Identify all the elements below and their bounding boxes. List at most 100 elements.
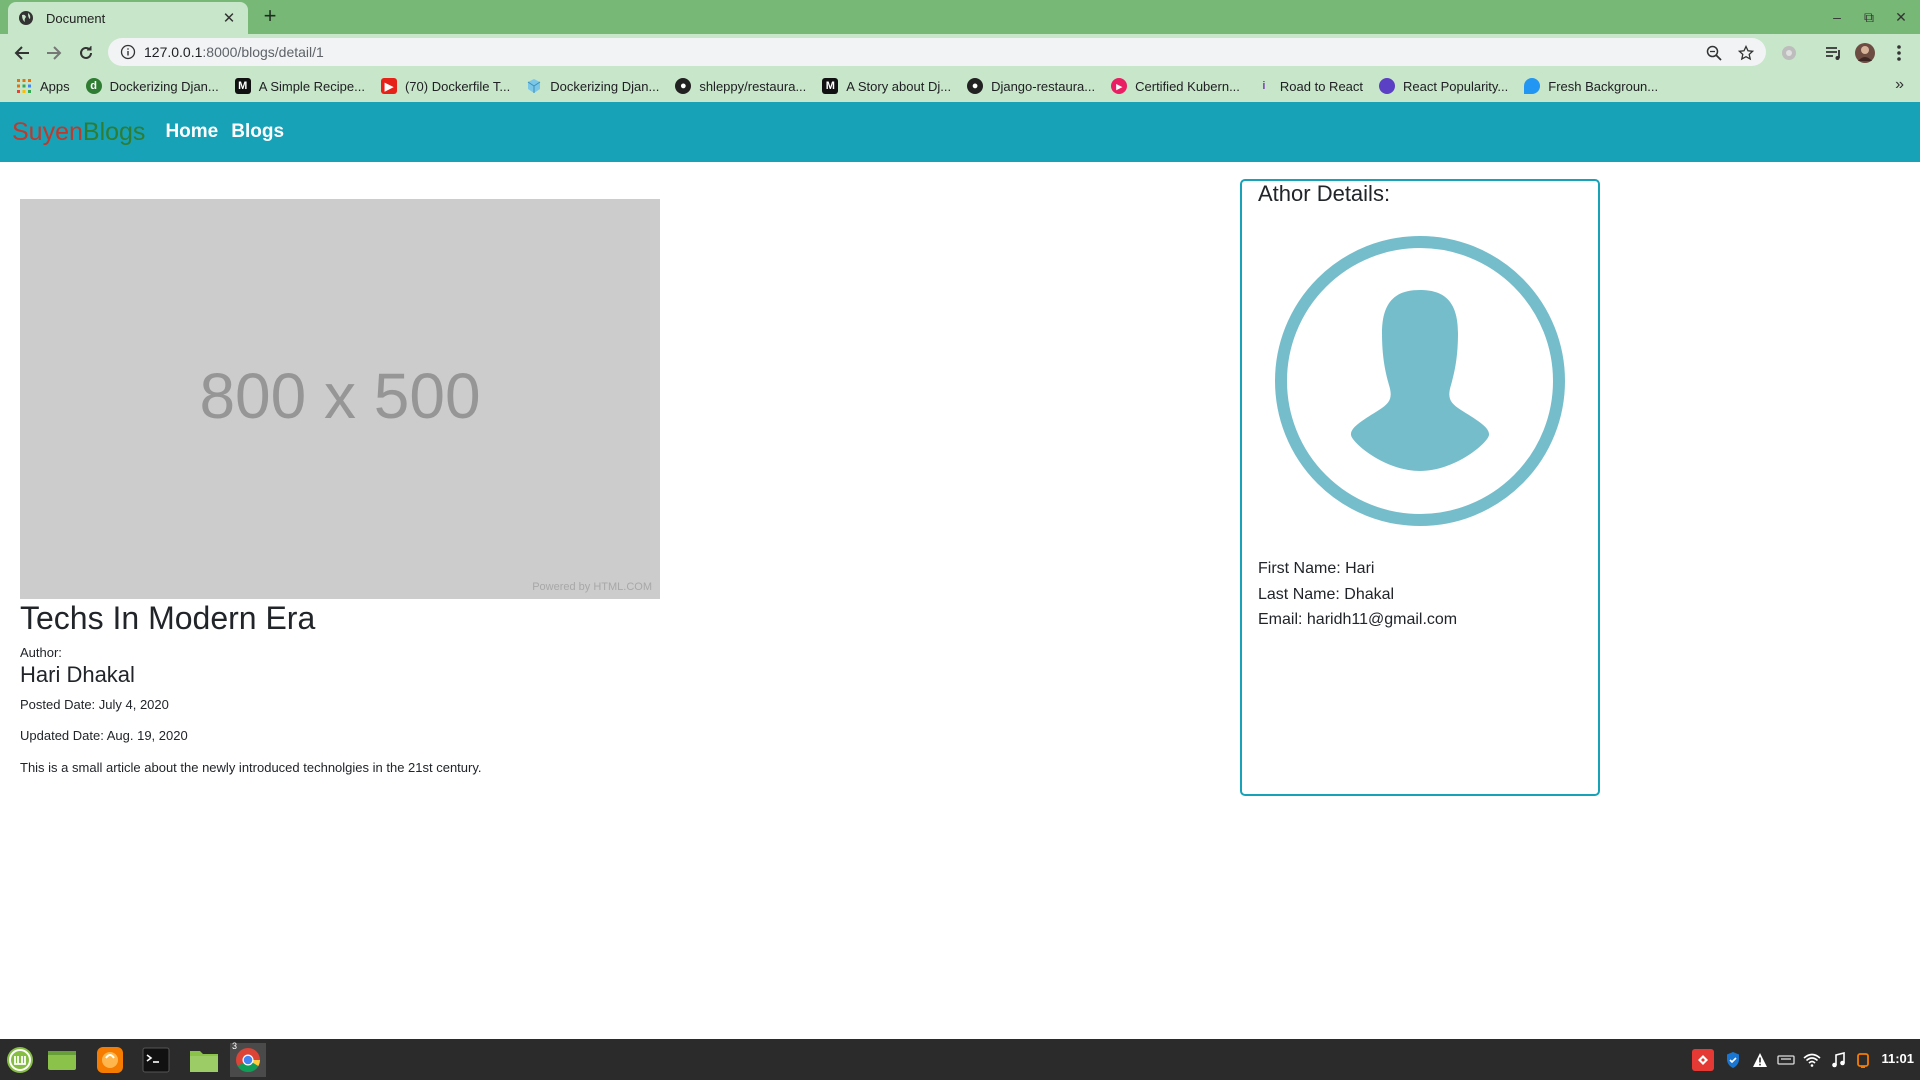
zoom-icon[interactable]: [1705, 44, 1723, 62]
placeholder-dimensions: 800 x 500: [199, 360, 481, 432]
bookmark-label: Fresh Backgroun...: [1548, 78, 1659, 94]
brand-part-1: Suyen: [12, 117, 83, 146]
green-logo-icon: d: [85, 78, 102, 94]
github-icon: ●: [967, 78, 984, 94]
firefox-icon[interactable]: [92, 1043, 128, 1077]
bookmark-django-restaurant[interactable]: ● Django-restaura...: [963, 73, 1103, 99]
url-text: 127.0.0.1:8000/blogs/detail/1: [144, 44, 324, 60]
bookmark-label: shleppy/restaura...: [699, 78, 807, 94]
author-label: Author:: [20, 645, 62, 660]
bookmark-label: Dockerizing Djan...: [550, 78, 660, 94]
os-taskbar: 3 11:01: [0, 1039, 1920, 1080]
author-details-card: Athor Details: First Name: Hari Last Nam…: [1240, 179, 1600, 796]
nav-home-link[interactable]: Home: [165, 121, 218, 143]
shield-icon[interactable]: [1722, 1049, 1744, 1071]
mint-menu-icon[interactable]: [2, 1043, 38, 1077]
chrome-window-count: 3: [232, 1041, 238, 1051]
address-bar[interactable]: 127.0.0.1:8000/blogs/detail/1: [108, 38, 1766, 66]
post-title: Techs In Modern Era: [20, 600, 316, 636]
new-tab-button[interactable]: +: [258, 5, 282, 29]
bookmark-road-to-react[interactable]: i Road to React: [1252, 73, 1371, 99]
media-queue-icon[interactable]: [1822, 42, 1844, 64]
author-card-title: Athor Details:: [1258, 181, 1391, 206]
back-arrow-icon[interactable]: [10, 41, 34, 65]
post-image-placeholder: 800 x 500 Powered by HTML.COM: [20, 199, 660, 599]
purple-blob-icon: [1379, 78, 1396, 94]
bookmark-label: React Popularity...: [1403, 78, 1509, 94]
posted-date: Posted Date: July 4, 2020: [20, 697, 169, 712]
bookmark-dockerfile[interactable]: ▶ (70) Dockerfile T...: [377, 73, 518, 99]
notification-bell-icon[interactable]: [1852, 1049, 1874, 1071]
bookmark-label: Certified Kubern...: [1135, 78, 1240, 94]
placeholder-credit: Powered by HTML.COM: [532, 581, 652, 593]
terminal-icon[interactable]: [138, 1043, 174, 1077]
star-bookmark-icon[interactable]: [1737, 44, 1755, 62]
site-brand[interactable]: SuyenBlogs: [12, 118, 145, 147]
profile-avatar[interactable]: [1854, 42, 1876, 64]
network-wired-icon[interactable]: [1775, 1049, 1797, 1071]
youtube-icon: ▶: [380, 78, 397, 94]
medium-icon: M: [234, 78, 251, 94]
music-note-icon[interactable]: [1827, 1049, 1849, 1071]
warning-icon[interactable]: [1749, 1049, 1771, 1071]
globe-icon: [18, 10, 34, 26]
nav-blogs-link[interactable]: Blogs: [231, 121, 284, 143]
bookmark-certified-kubernetes[interactable]: ▸ Certified Kubern...: [1107, 73, 1248, 99]
close-tab-icon[interactable]: ✕: [220, 9, 238, 27]
apps-grid-icon: [16, 78, 32, 94]
url-host: 127.0.0.1: [144, 44, 203, 60]
bookmark-label: Apps: [40, 78, 70, 94]
github-icon: ●: [675, 78, 692, 94]
bookmark-simple-recipe[interactable]: M A Simple Recipe...: [231, 73, 373, 99]
restore-icon[interactable]: ⧉: [1858, 6, 1880, 28]
bookmarks-bar: Apps d Dockerizing Djan... M A Simple Re…: [0, 70, 1920, 102]
author-last-name: Last Name: Dhakal: [1258, 586, 1395, 603]
extension-icon[interactable]: [1778, 42, 1800, 64]
bookmark-fresh-background[interactable]: Fresh Backgroun...: [1520, 73, 1666, 99]
updated-date: Updated Date: Aug. 19, 2020: [20, 728, 188, 743]
chrome-taskbar-icon[interactable]: 3: [230, 1041, 266, 1077]
close-window-icon[interactable]: ✕: [1890, 6, 1912, 28]
bookmark-dockerizing-2[interactable]: Dockerizing Djan...: [522, 73, 667, 99]
tab-document[interactable]: Document ✕: [8, 2, 248, 34]
taskbar-clock[interactable]: 11:01: [1881, 1051, 1914, 1066]
author-email: Email: haridh11@gmail.com: [1258, 611, 1458, 628]
files-folder-icon[interactable]: [186, 1043, 222, 1077]
bookmark-label: A Simple Recipe...: [258, 78, 365, 94]
minimize-icon[interactable]: –: [1826, 6, 1848, 28]
bookmarks-overflow-icon[interactable]: »: [1895, 76, 1904, 94]
wifi-icon[interactable]: [1801, 1049, 1823, 1071]
bookmark-label: A Story about Dj...: [846, 78, 952, 94]
blue-drop-icon: [1524, 78, 1541, 94]
post-summary: This is a small article about the newly …: [20, 760, 482, 775]
bookmark-label: Django-restaura...: [991, 78, 1096, 94]
bookmark-apps[interactable]: Apps: [12, 73, 78, 99]
tab-title: Document: [46, 10, 106, 26]
author-first-name: First Name: Hari: [1258, 560, 1375, 577]
cube-icon: [526, 78, 542, 94]
browser-tab-bar: Document ✕ + – ⧉ ✕: [0, 0, 1920, 34]
bookmark-label: (70) Dockerfile T...: [404, 78, 511, 94]
bookmark-react-popularity[interactable]: React Popularity...: [1375, 73, 1516, 99]
bookmark-label: Road to React: [1279, 78, 1364, 94]
pink-circle-icon: ▸: [1111, 78, 1128, 94]
more-menu-icon[interactable]: [1888, 42, 1910, 64]
reload-icon[interactable]: [74, 41, 98, 65]
avatar: [1274, 235, 1566, 527]
url-path: :8000/blogs/detail/1: [202, 44, 324, 60]
show-desktop-icon[interactable]: [44, 1043, 80, 1077]
bookmark-story-django[interactable]: M A Story about Dj...: [818, 73, 959, 99]
bookmark-shleppy[interactable]: ● shleppy/restaura...: [671, 73, 814, 99]
figure-icon: i: [1262, 80, 1266, 92]
author-name: Hari Dhakal: [20, 662, 135, 687]
site-navbar: SuyenBlogs Home Blogs: [0, 102, 1920, 162]
brand-part-2: Blogs: [82, 117, 146, 146]
forward-arrow-icon[interactable]: [42, 41, 66, 65]
user-silhouette-icon: [1275, 236, 1565, 526]
medium-icon: M: [822, 78, 839, 94]
anydesk-tray-icon[interactable]: [1692, 1049, 1714, 1071]
bookmark-label: Dockerizing Djan...: [109, 78, 219, 94]
browser-toolbar: 127.0.0.1:8000/blogs/detail/1: [0, 34, 1920, 70]
site-info-icon[interactable]: [120, 44, 136, 60]
bookmark-dockerizing-1[interactable]: d Dockerizing Djan...: [82, 73, 227, 99]
